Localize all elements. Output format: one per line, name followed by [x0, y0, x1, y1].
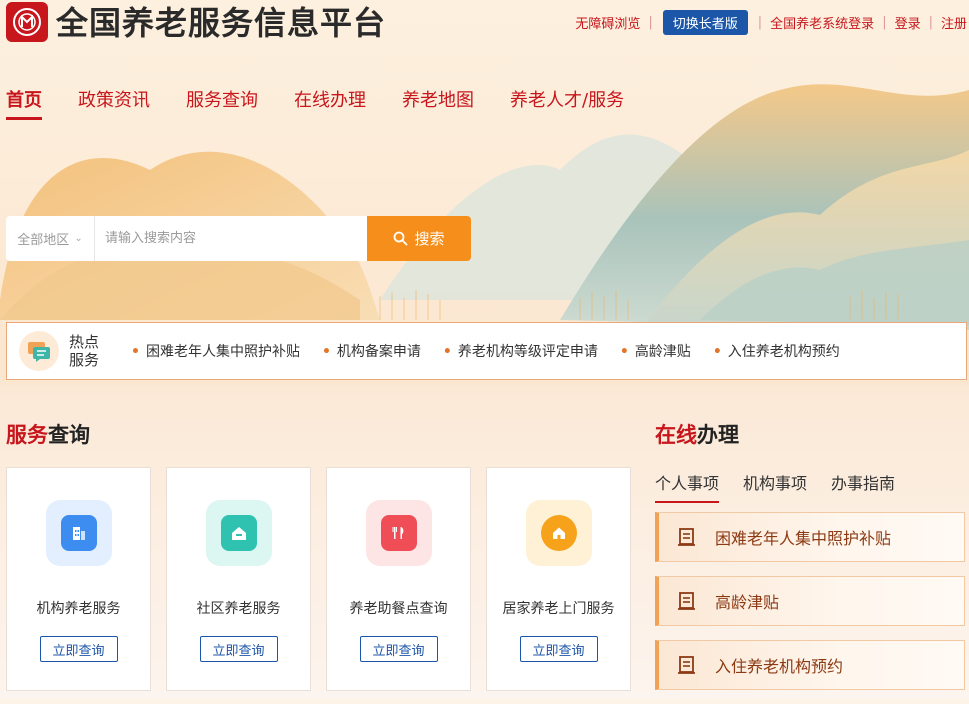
service-card: 养老助餐点查询 立即查询 — [326, 467, 471, 691]
bullet: • — [321, 344, 331, 360]
service-query-heading: 服务查询 — [6, 419, 90, 449]
bullet: • — [712, 344, 722, 360]
nav-item-home[interactable]: 首页 — [6, 86, 42, 120]
hot-item-label: 入住养老机构预约 — [727, 344, 840, 360]
bullet: • — [442, 344, 452, 360]
nav-item-service-query[interactable]: 服务查询 — [186, 86, 258, 120]
service-card: 居家养老上门服务 立即查询 — [486, 467, 631, 691]
online-item-label: 入住养老机构预约 — [715, 657, 844, 676]
online-item-label: 困难老年人集中照护补贴 — [715, 529, 892, 548]
search-icon — [394, 231, 408, 246]
divider: | — [757, 15, 763, 30]
query-now-button[interactable]: 立即查询 — [359, 636, 438, 662]
search-input[interactable] — [94, 216, 367, 261]
bullet: • — [619, 344, 629, 360]
nav-item-policy[interactable]: 政策资讯 — [78, 86, 150, 120]
site-title: 全国养老服务信息平台 — [56, 4, 387, 42]
search-button-label: 搜索 — [414, 230, 445, 248]
hot-item[interactable]: • 困难老年人集中照护补贴 — [131, 341, 300, 361]
heading-rest: 办理 — [697, 423, 739, 447]
hot-item[interactable]: • 入住养老机构预约 — [713, 341, 840, 361]
heading-highlight: 服务 — [6, 423, 48, 447]
card-label: 养老助餐点查询 — [349, 601, 448, 617]
main-nav: 首页 政策资讯 服务查询 在线办理 养老地图 养老人才/服务 — [6, 86, 660, 120]
search-bar: 全部地区 ⌄ 搜索 — [6, 216, 471, 261]
hot-services-bar: 热点服务 • 困难老年人集中照护补贴 • 机构备案申请 • 养老机构等级评定申请 • 高… — [6, 322, 967, 380]
chevron-down-icon: ⌄ — [74, 233, 83, 244]
hot-item[interactable]: • 养老机构等级评定申请 — [443, 341, 598, 361]
chat-bubble-icon — [19, 331, 59, 371]
tab-guide[interactable]: 办事指南 — [831, 470, 895, 503]
heading-rest: 查询 — [48, 423, 90, 447]
region-label: 全部地区 — [17, 233, 70, 248]
hot-item-label: 养老机构等级评定申请 — [457, 344, 598, 360]
building-icon — [45, 500, 112, 566]
heading-highlight: 在线 — [655, 423, 697, 447]
register-link[interactable]: 注册 — [941, 13, 967, 32]
hot-item-label: 困难老年人集中照护补贴 — [145, 344, 300, 360]
nav-item-map[interactable]: 养老地图 — [402, 86, 474, 120]
nav-item-talent[interactable]: 养老人才/服务 — [510, 86, 624, 120]
online-item[interactable]: 入住养老机构预约 — [655, 640, 965, 690]
query-now-button[interactable]: 立即查询 — [39, 636, 118, 662]
meal-icon — [365, 500, 432, 566]
home-icon — [525, 500, 592, 566]
service-cards: 机构养老服务 立即查询 社区养老服务 立即查询 养老助餐点查询 立即查询 居家养… — [6, 467, 646, 691]
tab-personal[interactable]: 个人事项 — [655, 470, 720, 503]
top-links: 无障碍浏览 | 切换长者版 | 全国养老系统登录 | 登录 | 注册 — [575, 10, 967, 35]
hot-item[interactable]: • 高龄津贴 — [620, 341, 691, 361]
accessibility-link[interactable]: 无障碍浏览 — [575, 13, 640, 32]
card-label: 居家养老上门服务 — [502, 601, 615, 617]
emblem-logo-icon — [6, 2, 48, 42]
service-card: 社区养老服务 立即查询 — [166, 467, 311, 691]
hot-services-title: 热点服务 — [69, 333, 100, 369]
tab-institution[interactable]: 机构事项 — [743, 470, 807, 503]
online-item[interactable]: 困难老年人集中照护补贴 — [655, 512, 965, 562]
divider: | — [882, 15, 887, 30]
login-link[interactable]: 登录 — [895, 13, 921, 32]
document-icon — [678, 528, 695, 546]
bullet: • — [131, 344, 140, 360]
nav-item-online[interactable]: 在线办理 — [294, 86, 366, 120]
card-label: 社区养老服务 — [196, 601, 281, 617]
community-icon — [205, 500, 272, 566]
region-select[interactable]: 全部地区 ⌄ — [6, 216, 94, 261]
divider: | — [648, 15, 653, 30]
elder-mode-button[interactable]: 切换长者版 — [662, 10, 748, 35]
query-now-button[interactable]: 立即查询 — [519, 636, 598, 662]
hot-item[interactable]: • 机构备案申请 — [322, 341, 421, 361]
divider: | — [928, 15, 933, 30]
service-card: 机构养老服务 立即查询 — [6, 467, 151, 691]
system-login-link[interactable]: 全国养老系统登录 — [770, 13, 874, 32]
document-icon — [678, 592, 695, 610]
hot-item-label: 机构备案申请 — [336, 344, 421, 360]
online-list: 困难老年人集中照护补贴 高龄津贴 入住养老机构预约 — [655, 512, 965, 704]
search-button[interactable]: 搜索 — [367, 216, 471, 261]
card-label: 机构养老服务 — [36, 601, 121, 617]
online-tabs: 个人事项 机构事项 办事指南 — [655, 470, 919, 503]
query-now-button[interactable]: 立即查询 — [199, 636, 278, 662]
online-heading: 在线办理 — [655, 419, 739, 449]
hot-services-list: • 困难老年人集中照护补贴 • 机构备案申请 • 养老机构等级评定申请 • 高龄津贴 •… — [131, 341, 862, 361]
online-item-label: 高龄津贴 — [715, 593, 780, 612]
document-icon — [678, 656, 695, 674]
online-item[interactable]: 高龄津贴 — [655, 576, 965, 626]
hot-item-label: 高龄津贴 — [634, 344, 691, 360]
